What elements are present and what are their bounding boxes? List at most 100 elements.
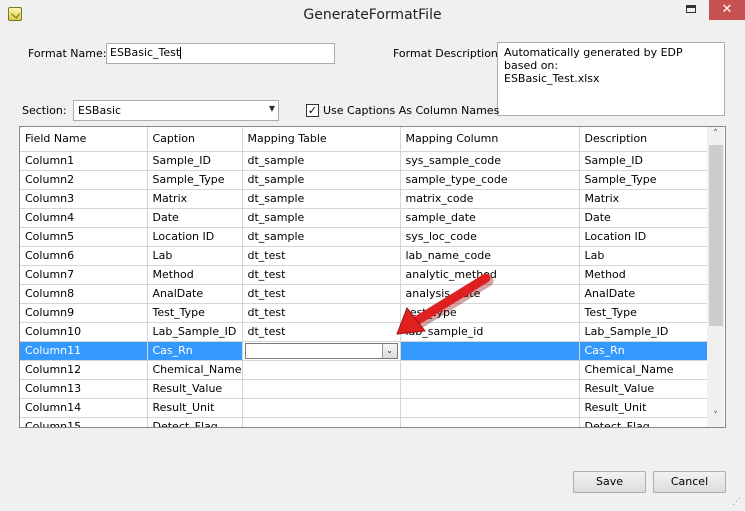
column-header[interactable]: Field Name [20, 127, 148, 152]
table-cell[interactable]: Column14 [20, 398, 148, 418]
save-button[interactable]: Save [573, 471, 646, 493]
table-row[interactable]: Column13 Result_Value Result_Value [20, 379, 710, 399]
table-cell[interactable]: Test_Type [579, 303, 710, 323]
table-row[interactable]: Column7 Method dt_test analytic_method Metho… [20, 265, 710, 285]
table-cell[interactable] [242, 379, 401, 399]
table-row[interactable]: Column10 Lab_Sample_ID dt_test lab_sample_i… [20, 322, 710, 342]
table-cell[interactable]: Chemical_Name [147, 360, 243, 380]
table-cell[interactable]: dt_test [242, 265, 401, 285]
table-cell[interactable] [400, 360, 580, 380]
table-cell[interactable]: Date [579, 208, 710, 228]
table-cell[interactable] [400, 417, 580, 427]
table-row[interactable]: Column15 Detect_Flag Detect_Flag [20, 417, 710, 427]
table-cell[interactable]: dt_test [242, 322, 401, 342]
table-cell[interactable]: Column15 [20, 417, 148, 427]
close-button[interactable]: ✕ [709, 0, 745, 20]
table-cell[interactable]: Chemical_Name [579, 360, 710, 380]
table-row[interactable]: Column3 Matrix dt_sample matrix_code Matrix [20, 189, 710, 209]
table-cell[interactable]: Sample_Type [147, 170, 243, 190]
table-cell[interactable]: dt_sample [242, 208, 401, 228]
table-cell[interactable]: Cas_Rn [147, 341, 243, 361]
table-cell[interactable]: Lab [579, 246, 710, 266]
table-row[interactable]: Column11 Cas_Rn ⌄ Cas_Rn [20, 341, 710, 361]
table-cell[interactable]: AnalDate [147, 284, 243, 304]
table-cell[interactable] [400, 398, 580, 418]
table-cell[interactable]: Result_Unit [579, 398, 710, 418]
column-header[interactable]: Description [579, 127, 710, 152]
table-cell[interactable]: Column13 [20, 379, 148, 399]
table-cell[interactable]: Lab_Sample_ID [147, 322, 243, 342]
table-cell[interactable]: Sample_ID [147, 151, 243, 171]
table-cell[interactable]: ⌄ [242, 341, 401, 361]
column-header[interactable]: Mapping Table [242, 127, 401, 152]
table-cell[interactable]: Matrix [147, 189, 243, 209]
table-cell[interactable]: Result_Value [147, 379, 243, 399]
use-captions-checkbox[interactable]: ✓ [306, 104, 319, 117]
table-cell[interactable]: Sample_Type [579, 170, 710, 190]
table-cell[interactable]: Lab_Sample_ID [579, 322, 710, 342]
table-cell[interactable]: Detect_Flag [579, 417, 710, 427]
table-cell[interactable]: Location ID [579, 227, 710, 247]
table-cell[interactable]: Column2 [20, 170, 148, 190]
table-cell[interactable]: Column8 [20, 284, 148, 304]
table-cell[interactable]: dt_sample [242, 227, 401, 247]
table-cell[interactable]: sample_type_code [400, 170, 580, 190]
scrollbar-thumb[interactable] [709, 145, 723, 326]
table-cell[interactable]: Column12 [20, 360, 148, 380]
table-cell[interactable]: Matrix [579, 189, 710, 209]
table-cell[interactable] [242, 398, 401, 418]
table-cell[interactable]: AnalDate [579, 284, 710, 304]
table-cell[interactable]: dt_test [242, 284, 401, 304]
column-header[interactable]: Caption [147, 127, 243, 152]
table-cell[interactable]: sys_loc_code [400, 227, 580, 247]
table-cell[interactable]: Column1 [20, 151, 148, 171]
table-cell[interactable] [400, 379, 580, 399]
table-cell[interactable]: dt_sample [242, 189, 401, 209]
table-cell[interactable] [242, 417, 401, 427]
table-row[interactable]: Column6 Lab dt_test lab_name_code Lab [20, 246, 710, 266]
table-row[interactable]: Column8 AnalDate dt_test analysis_date AnalD… [20, 284, 710, 304]
section-select[interactable]: ESBasic ▼ [73, 100, 279, 121]
table-row[interactable]: Column9Test_Typedt_testtest_typeTest_Typ… [20, 303, 710, 323]
table-cell[interactable] [242, 360, 401, 380]
table-cell[interactable]: dt_sample [242, 151, 401, 171]
table-cell[interactable]: Column9 [20, 303, 148, 323]
table-cell[interactable]: Column7 [20, 265, 148, 285]
maximize-icon[interactable] [684, 4, 700, 16]
table-cell[interactable]: Column6 [20, 246, 148, 266]
table-cell[interactable]: Sample_ID [579, 151, 710, 171]
table-cell[interactable]: matrix_code [400, 189, 580, 209]
table-row[interactable]: Column4 Date dt_sample sample_date Date [20, 208, 710, 228]
table-cell[interactable]: Column4 [20, 208, 148, 228]
cancel-button[interactable]: Cancel [653, 471, 726, 493]
table-cell[interactable]: sample_date [400, 208, 580, 228]
table-cell[interactable]: Location ID [147, 227, 243, 247]
table-cell[interactable]: dt_test [242, 246, 401, 266]
column-header[interactable]: Mapping Column [400, 127, 580, 152]
table-cell[interactable]: Result_Unit [147, 398, 243, 418]
table-cell[interactable]: sys_sample_code [400, 151, 580, 171]
table-cell[interactable]: Cas_Rn [579, 341, 710, 361]
table-cell[interactable]: Lab [147, 246, 243, 266]
table-row[interactable]: Column14 Result_Unit Result_Unit [20, 398, 710, 418]
resize-grip-icon[interactable]: ⋰ [732, 497, 741, 507]
table-cell[interactable]: Column10 [20, 322, 148, 342]
table-cell[interactable]: Detect_Flag [147, 417, 243, 427]
table-cell[interactable]: Column11 [20, 341, 148, 361]
table-row[interactable]: Column1 Sample_ID dt_sample sys_sample_code… [20, 151, 710, 171]
table-cell[interactable]: dt_sample [242, 170, 401, 190]
mapping-table-dropdown[interactable]: ⌄ [244, 342, 398, 359]
format-name-input[interactable]: ESBasic_Test [106, 43, 335, 64]
table-row[interactable]: Column12 Chemical_Name Chemical_Name [20, 360, 710, 380]
table-row[interactable]: Column5 Location ID dt_sample sys_loc_code L… [20, 227, 710, 247]
table-cell[interactable]: Column3 [20, 189, 148, 209]
table-cell[interactable]: dt_test [242, 303, 401, 323]
table-cell[interactable]: lab_name_code [400, 246, 580, 266]
scroll-up-icon[interactable]: ˄ [707, 129, 724, 139]
table-cell[interactable]: Method [579, 265, 710, 285]
table-cell[interactable]: Column5 [20, 227, 148, 247]
table-cell[interactable]: Result_Value [579, 379, 710, 399]
format-description-input[interactable]: Automatically generated by EDP based on:… [497, 42, 725, 116]
table-cell[interactable]: Date [147, 208, 243, 228]
table-cell[interactable]: Method [147, 265, 243, 285]
